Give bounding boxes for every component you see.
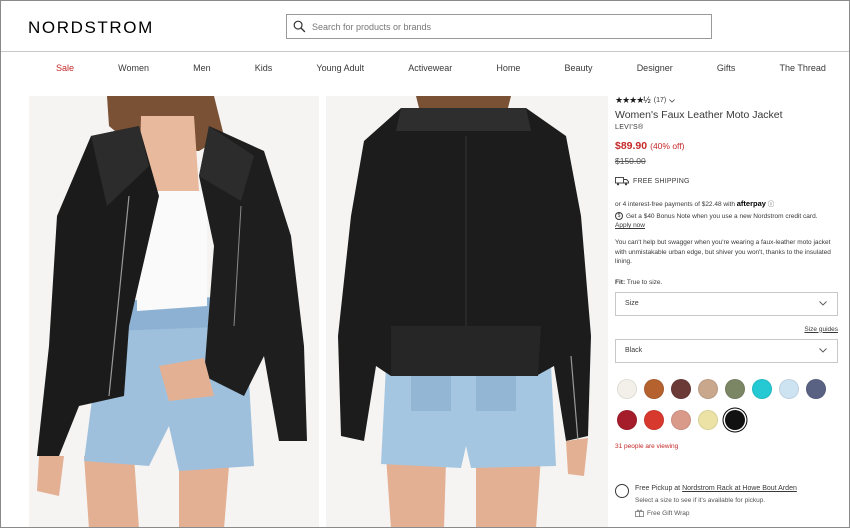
bonus-note-text: Get a $40 Bonus Note when you use a new …: [626, 212, 818, 220]
apply-now-link[interactable]: Apply now: [615, 222, 841, 229]
search-input[interactable]: [312, 21, 692, 32]
rating-stars-icon: ★★★★½: [615, 95, 651, 105]
size-guides-link[interactable]: Size guides: [615, 326, 838, 333]
gift-icon: [635, 509, 644, 517]
review-count[interactable]: (17): [654, 97, 666, 104]
nav-item-kids[interactable]: Kids: [255, 63, 273, 73]
discount-percent: (40% off): [650, 141, 685, 151]
color-swatch[interactable]: [617, 409, 637, 430]
free-shipping: FREE SHIPPING: [615, 176, 841, 186]
color-swatches: [617, 378, 841, 430]
dollar-icon: $: [615, 212, 623, 220]
color-swatch[interactable]: [617, 378, 637, 399]
size-select[interactable]: Size: [615, 291, 838, 316]
fit-value: True to size.: [626, 278, 663, 286]
main-nav: Sale Women Men Kids Young Adult Activewe…: [56, 63, 826, 73]
price: $89.90 (40% off): [615, 140, 841, 152]
afterpay-info: or 4 interest-free payments of $22.48 wi…: [615, 198, 841, 208]
product-info-panel: ★★★★½ (17) Women's Faux Leather Moto Jac…: [615, 95, 841, 450]
chevron-down-icon: [669, 98, 676, 103]
rating[interactable]: ★★★★½ (17): [615, 95, 841, 106]
pickup-subtitle: Select a size to see if it's available f…: [635, 497, 766, 504]
nav-item-gifts[interactable]: Gifts: [717, 63, 736, 73]
people-viewing: 31 people are viewing: [615, 442, 679, 450]
chevron-down-icon: [819, 348, 827, 353]
bonus-note: $ Get a $40 Bonus Note when you use a ne…: [615, 212, 841, 220]
nav-item-designer[interactable]: Designer: [637, 63, 673, 73]
color-select[interactable]: Black: [615, 338, 838, 363]
color-swatch[interactable]: [725, 378, 745, 399]
color-swatch[interactable]: [725, 409, 745, 430]
product-image-front[interactable]: [29, 96, 319, 527]
color-swatch[interactable]: [779, 378, 799, 399]
color-swatch[interactable]: [671, 378, 691, 399]
fit-label: Fit:: [615, 278, 626, 286]
color-swatch[interactable]: [698, 409, 718, 430]
afterpay-text: or 4 interest-free payments of $22.48 wi…: [615, 201, 735, 208]
nav-item-activewear[interactable]: Activewear: [408, 63, 452, 73]
fit-info: Fit: True to size.: [615, 279, 841, 286]
shipping-label: FREE SHIPPING: [633, 177, 690, 185]
color-swatch[interactable]: [644, 378, 664, 399]
nordstrom-logo[interactable]: NORDSTROM: [28, 18, 154, 38]
sale-price: $89.90: [615, 140, 648, 152]
info-icon[interactable]: ⓘ: [768, 201, 775, 208]
page-frame: NORDSTROM Sale Women Men Kids Young Adul…: [0, 0, 850, 528]
search-bar[interactable]: [286, 14, 712, 39]
pickup-title: Free Pickup at Nordstrom Rack at Howe Bo…: [635, 485, 797, 492]
nav-item-sale[interactable]: Sale: [56, 63, 74, 73]
header-divider: [1, 51, 849, 52]
product-image-back[interactable]: [326, 96, 608, 527]
nav-item-men[interactable]: Men: [193, 63, 211, 73]
gift-wrap: Free Gift Wrap: [635, 509, 690, 517]
gift-wrap-label: Free Gift Wrap: [647, 509, 690, 517]
pickup-prefix: Free Pickup at: [635, 485, 681, 492]
product-description: You can't help but swagger when you're w…: [615, 239, 831, 265]
truck-icon: [615, 177, 629, 186]
search-icon: [293, 20, 306, 33]
original-price: $150.00: [615, 156, 646, 166]
color-swatch[interactable]: [698, 378, 718, 399]
nav-item-home[interactable]: Home: [496, 63, 520, 73]
nav-item-the-thread[interactable]: The Thread: [779, 63, 825, 73]
nav-item-beauty[interactable]: Beauty: [565, 63, 593, 73]
product-title: Women's Faux Leather Moto Jacket: [615, 109, 783, 121]
color-swatch[interactable]: [671, 409, 691, 430]
color-swatch[interactable]: [806, 378, 826, 399]
color-select-value: Black: [625, 347, 643, 354]
chevron-down-icon: [819, 301, 827, 306]
afterpay-logo: afterpay: [736, 199, 766, 208]
pickup-radio[interactable]: [615, 484, 629, 498]
nav-item-women[interactable]: Women: [118, 63, 149, 73]
color-swatch[interactable]: [644, 409, 664, 430]
pickup-store-link[interactable]: Nordstrom Rack at Howe Bout Arden: [682, 485, 797, 492]
color-swatch[interactable]: [752, 378, 772, 399]
size-select-value: Size: [625, 300, 639, 307]
nav-item-young-adult[interactable]: Young Adult: [316, 63, 364, 73]
product-brand[interactable]: LEVI'S®: [615, 124, 841, 131]
